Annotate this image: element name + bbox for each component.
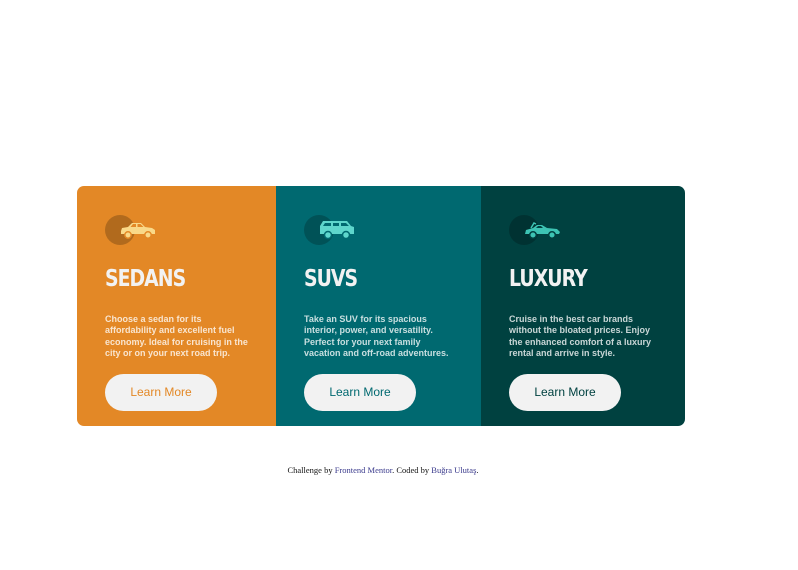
frontend-mentor-link[interactable]: Frontend Mentor [335,465,392,475]
card-group: SEDANS Choose a sedan for its affordabil… [77,186,685,426]
card-description: Take an SUV for its spacious interior, p… [304,314,449,358]
learn-more-button[interactable]: Learn More [105,374,217,411]
attribution-prefix: Challenge by [287,465,333,475]
author-link[interactable]: Buğra Ulutaş [431,465,476,475]
card-description: Cruise in the best car brands without th… [509,314,652,358]
attribution-middle: . Coded by [392,465,430,475]
suv-car-icon [304,214,356,246]
attribution: Challenge by Frontend Mentor. Coded by B… [0,464,766,476]
card-title: LUXURY [509,266,588,292]
card-description: Choose a sedan for its affordability and… [105,314,248,358]
learn-more-button[interactable]: Learn More [304,374,416,411]
card-sedans: SEDANS Choose a sedan for its affordabil… [77,186,276,426]
luxury-car-icon [509,214,561,246]
card-luxury: LUXURY Cruise in the best car brands wit… [481,186,685,426]
card-title: SEDANS [105,266,186,292]
sedan-car-icon [105,214,157,246]
card-title: SUVS [304,266,358,292]
card-suvs: SUVS Take an SUV for its spacious interi… [276,186,481,426]
learn-more-button[interactable]: Learn More [509,374,621,411]
attribution-suffix: . [476,465,479,475]
